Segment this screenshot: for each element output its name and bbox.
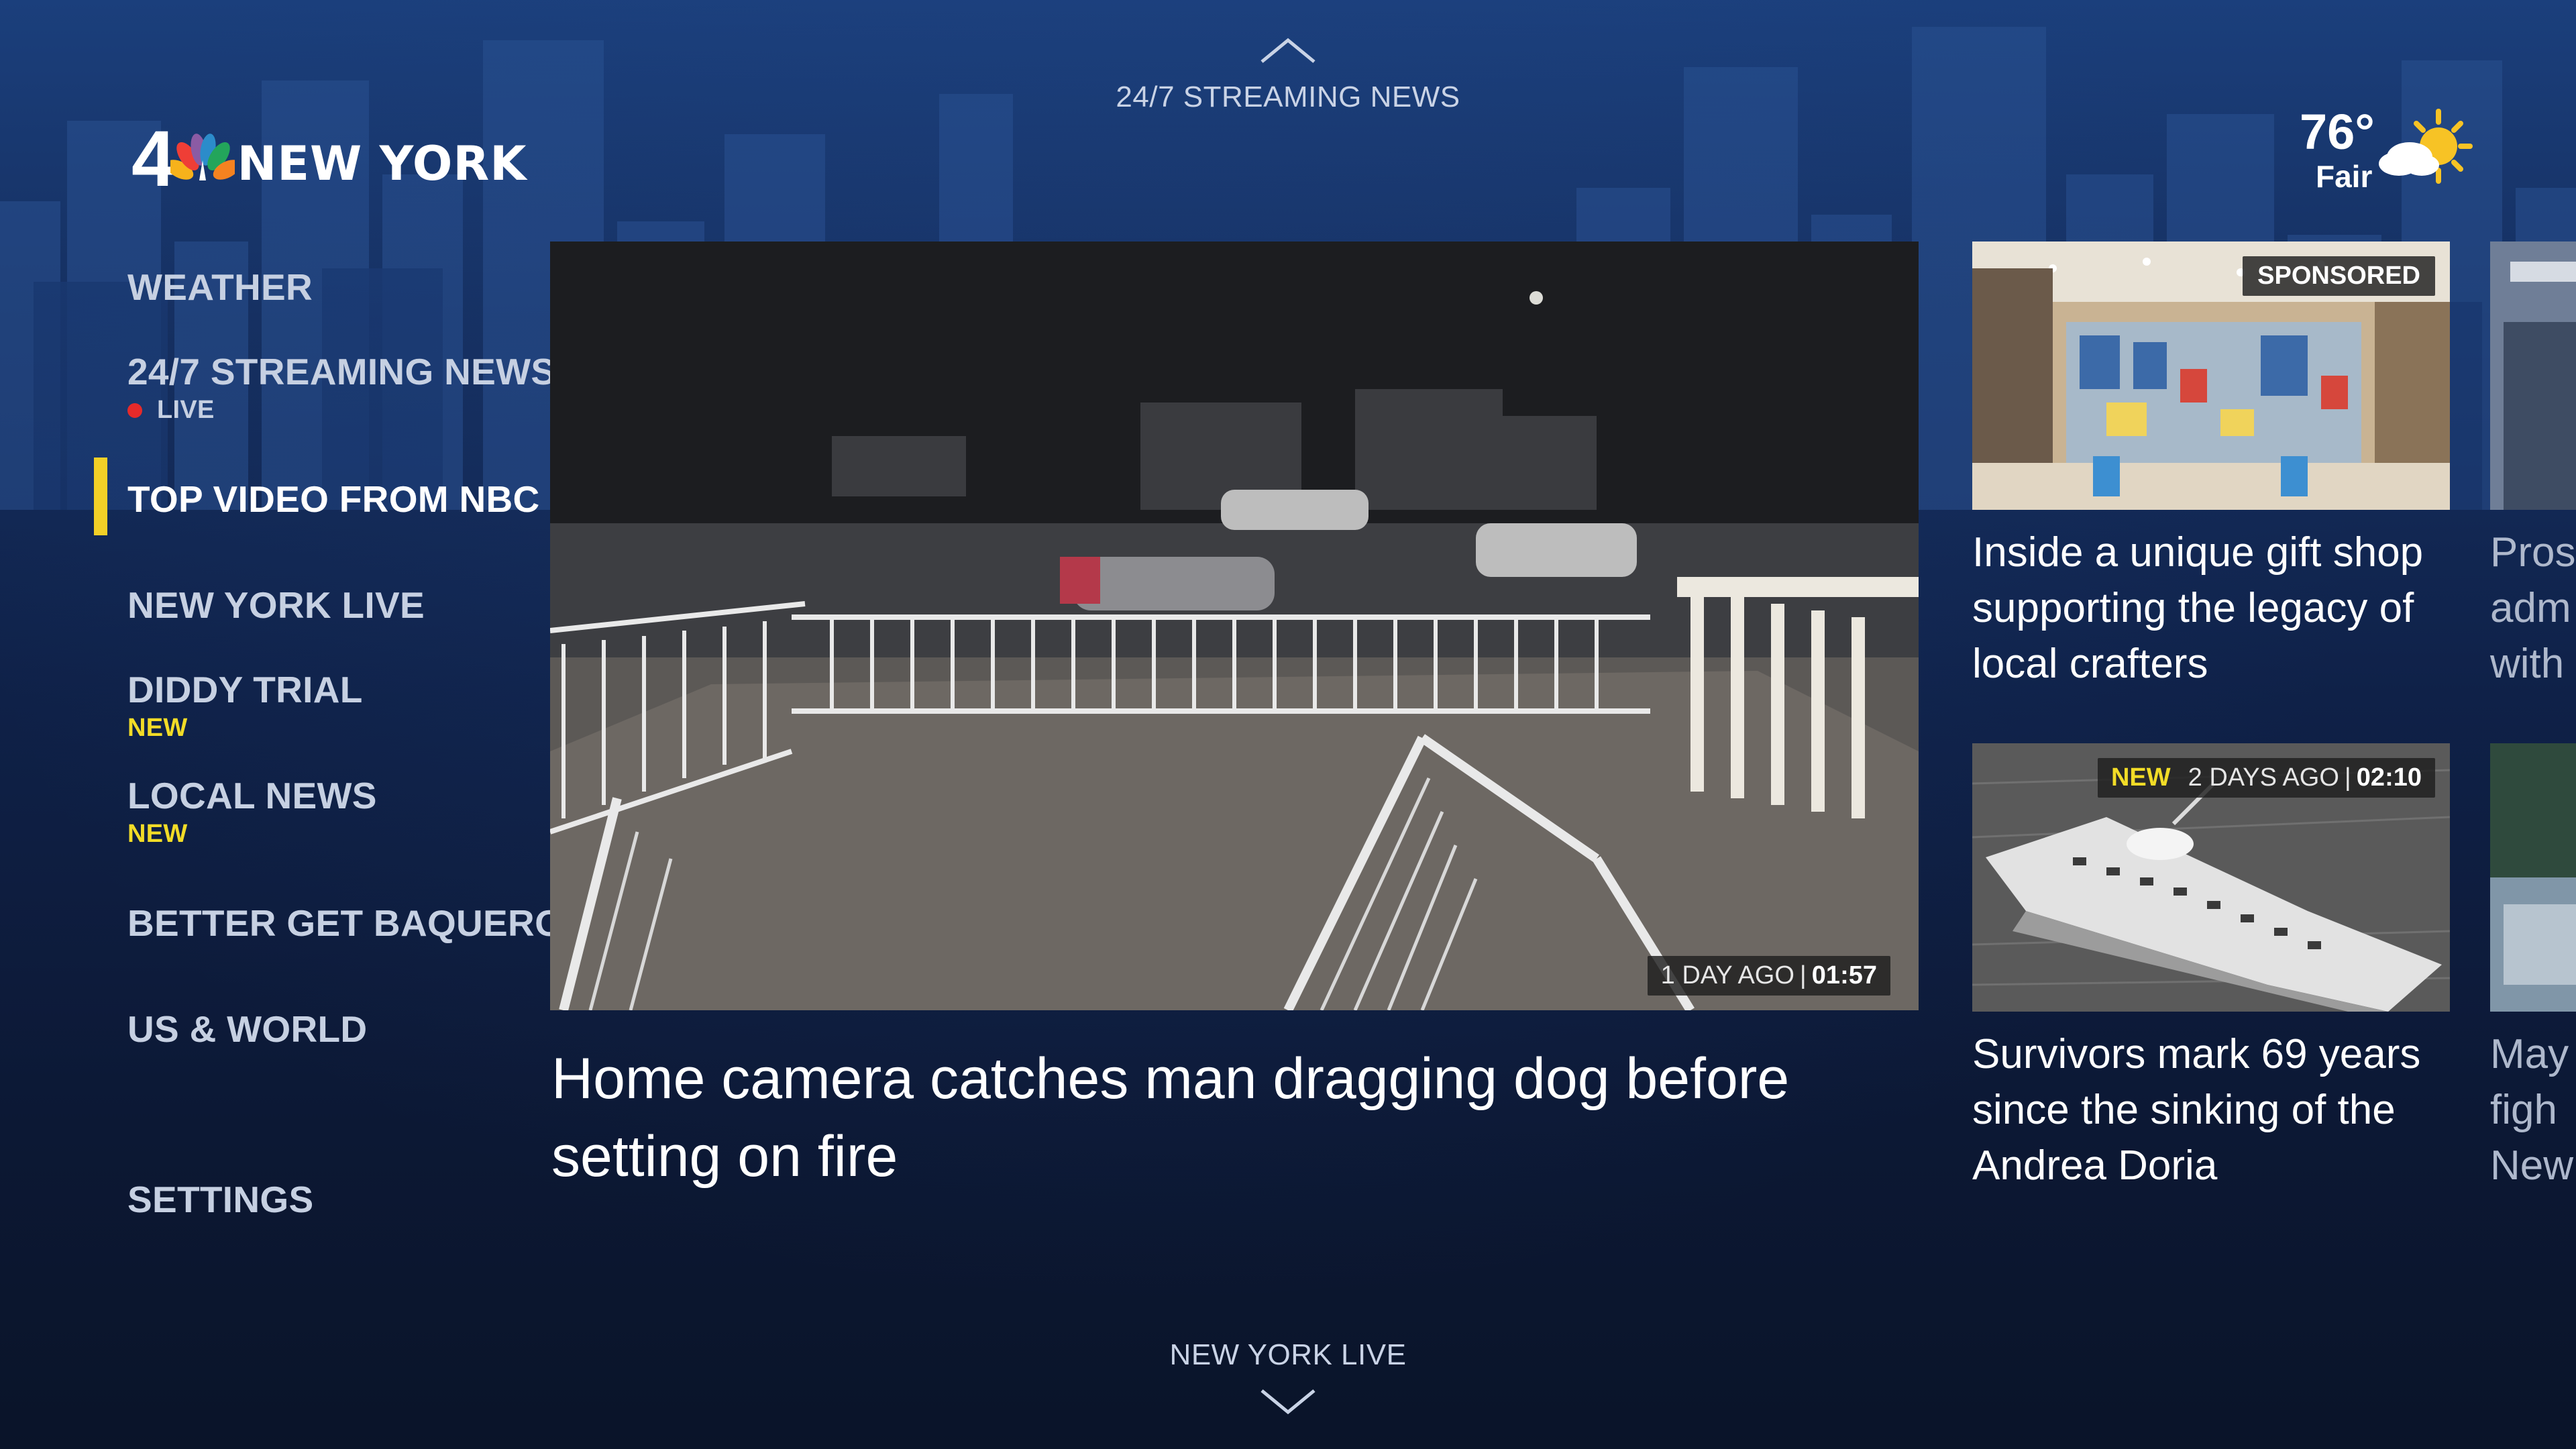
sidebar-item-weather[interactable]: WEATHER xyxy=(127,266,313,309)
weather-widget: 76° Fair xyxy=(2294,101,2473,195)
peek-card-title[interactable]: Pros adm with xyxy=(2490,525,2576,692)
sidebar-item-us-world[interactable]: US & WORLD xyxy=(127,1008,367,1051)
peek-thumbnail-image xyxy=(2490,241,2576,510)
sidebar-item-label: DIDDY TRIAL xyxy=(127,669,363,710)
sidebar-item-streaming-news[interactable]: 24/7 STREAMING NEWS LIVE xyxy=(127,350,555,425)
sidebar-item-local-news[interactable]: LOCAL NEWS NEW xyxy=(127,774,377,849)
card-thumbnail-andrea-doria[interactable]: NEW 2 DAYS AGO | 02:10 xyxy=(1972,743,2450,1012)
sidebar-item-better-get-baquero[interactable]: BETTER GET BAQUERO xyxy=(127,902,564,945)
card-title-andrea-doria[interactable]: Survivors mark 69 years since the sinkin… xyxy=(1972,1026,2455,1193)
sidebar-item-settings[interactable]: SETTINGS xyxy=(127,1178,313,1221)
next-section-label: NEW YORK LIVE xyxy=(1169,1338,1407,1371)
hero-video-title[interactable]: Home camera catches man dragging dog bef… xyxy=(551,1040,1920,1195)
card-thumbnail-gift-shop[interactable]: SPONSORED xyxy=(1972,241,2450,510)
sidebar-item-label: SETTINGS xyxy=(127,1179,314,1220)
peek-card-title[interactable]: May figh New xyxy=(2490,1026,2576,1193)
previous-section-nav[interactable]: 24/7 STREAMING NEWS xyxy=(1020,35,1556,114)
sidebar-item-diddy-trial[interactable]: DIDDY TRIAL NEW xyxy=(127,668,363,743)
video-age: 2 DAYS AGO xyxy=(2188,763,2339,792)
new-badge: NEW xyxy=(2110,763,2171,792)
sidebar-item-label: WEATHER xyxy=(127,266,313,308)
previous-section-label: 24/7 STREAMING NEWS xyxy=(1116,80,1460,113)
live-label: LIVE xyxy=(157,396,215,424)
peek-card-thumbnail[interactable] xyxy=(2490,743,2576,1012)
chevron-down-icon xyxy=(1260,1389,1316,1415)
new-badge: NEW xyxy=(127,820,188,848)
sponsored-badge: SPONSORED xyxy=(2243,256,2435,296)
weather-temperature: 76° xyxy=(2300,104,2375,160)
sidebar-item-top-video[interactable]: TOP VIDEO FROM NBC 4 xyxy=(127,478,571,521)
peek-thumbnail-image xyxy=(2490,743,2576,1012)
sidebar-item-label: US & WORLD xyxy=(127,1008,368,1050)
sidebar-item-label: NEW YORK LIVE xyxy=(127,584,425,626)
hero-video-thumbnail[interactable]: 1 DAY AGO | 01:57 xyxy=(550,241,1919,1010)
sidebar-item-label: TOP VIDEO FROM NBC 4 xyxy=(127,478,572,520)
chevron-up-icon xyxy=(1260,38,1316,63)
live-dot-icon xyxy=(127,402,142,418)
card-title-gift-shop[interactable]: Inside a unique gift shop supporting the… xyxy=(1972,525,2455,692)
video-age: 1 DAY AGO xyxy=(1660,961,1794,989)
next-section-nav[interactable]: NEW YORK LIVE xyxy=(1020,1338,1556,1417)
weather-condition: Fair xyxy=(2316,159,2373,194)
video-duration: 01:57 xyxy=(1811,961,1877,989)
sidebar-item-new-york-live[interactable]: NEW YORK LIVE xyxy=(127,584,425,627)
sidebar-item-label: 24/7 STREAMING NEWS xyxy=(127,351,556,392)
sidebar-item-label: BETTER GET BAQUERO xyxy=(127,902,564,944)
active-item-indicator xyxy=(94,458,107,535)
hero-video-meta-badge: 1 DAY AGO | 01:57 xyxy=(1647,956,1890,996)
sidebar-nav: WEATHER 24/7 STREAMING NEWS LIVE TOP VID… xyxy=(0,0,571,1449)
sidebar-item-label: LOCAL NEWS xyxy=(127,775,377,816)
peek-card-thumbnail[interactable] xyxy=(2490,241,2576,510)
live-indicator: LIVE xyxy=(127,396,555,425)
card-video-meta-badge: NEW 2 DAYS AGO | 02:10 xyxy=(2097,758,2435,798)
partly-sunny-icon xyxy=(2379,109,2473,184)
hero-thumbnail-image xyxy=(550,241,1919,1010)
video-duration: 02:10 xyxy=(2356,763,2422,792)
new-badge: NEW xyxy=(127,714,188,742)
